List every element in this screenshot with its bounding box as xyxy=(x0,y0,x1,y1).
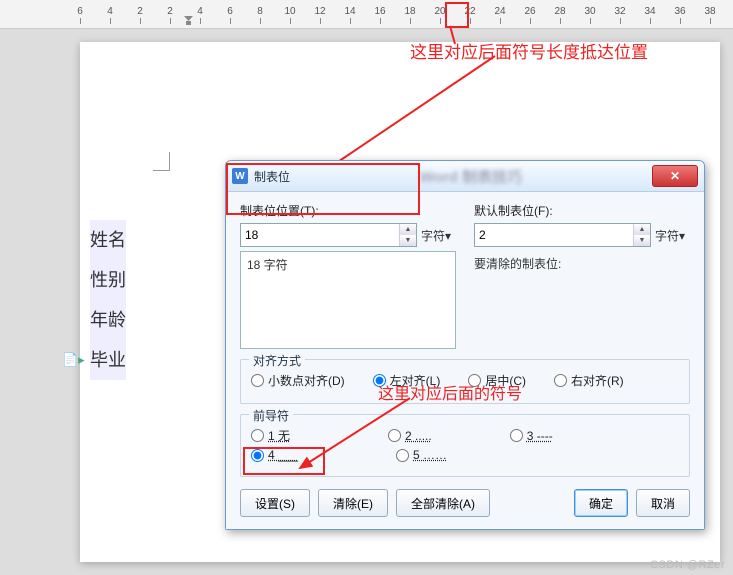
tab-stops-dialog: W 制表位 Word 制表技巧 ✕ 制表位位置(T): ▲▼ 字符▾ 18 字符 xyxy=(225,160,705,530)
margin-corner-icon xyxy=(153,152,170,171)
indent-marker-icon[interactable] xyxy=(184,16,193,25)
default-tab-input[interactable] xyxy=(475,224,633,246)
ruler-tick: 4 xyxy=(197,6,203,17)
horizontal-ruler: 6422468101214161820222426283032343638 xyxy=(0,0,733,29)
ruler-tick: 14 xyxy=(344,6,355,17)
alignment-legend: 对齐方式 xyxy=(249,352,305,369)
ruler-tick: 2 xyxy=(137,6,143,17)
close-button[interactable]: ✕ xyxy=(652,165,698,187)
tab-position-input[interactable] xyxy=(241,224,399,246)
watermark: CSDN @RZer xyxy=(650,559,725,571)
spinner-up-icon[interactable]: ▲ xyxy=(400,224,416,235)
doc-line-4: 毕业 xyxy=(90,340,126,380)
leader-1-radio[interactable]: 1 无 xyxy=(251,427,290,444)
ruler-tick: 6 xyxy=(227,6,233,17)
ruler-tick: 34 xyxy=(644,6,655,17)
tab-position-input-wrap: ▲▼ xyxy=(240,223,417,247)
doc-line-3: 年龄 xyxy=(90,300,126,340)
clear-all-button[interactable]: 全部清除(A) xyxy=(396,489,490,517)
ok-button[interactable]: 确定 xyxy=(574,489,628,517)
clear-button[interactable]: 清除(E) xyxy=(318,489,388,517)
spinner-down-icon[interactable]: ▼ xyxy=(400,235,416,246)
paragraph-mark-icon: 📄▸ xyxy=(62,352,85,368)
leader-legend: 前导符 xyxy=(249,407,293,424)
ruler-tick: 38 xyxy=(704,6,715,17)
doc-line-1: 姓名 xyxy=(90,220,126,260)
ruler-tick: 20 xyxy=(434,6,445,17)
ruler-tick: 30 xyxy=(584,6,595,17)
tab-position-unit[interactable]: 字符▾ xyxy=(421,227,451,244)
ruler-tick: 12 xyxy=(314,6,325,17)
align-decimal-radio[interactable]: 小数点对齐(D) xyxy=(251,372,345,389)
default-tab-input-wrap: ▲▼ xyxy=(474,223,651,247)
annotation-highlight-ruler-18 xyxy=(445,2,469,28)
ruler-tick: 2 xyxy=(167,6,173,17)
leader-5-radio[interactable]: 5 …… xyxy=(396,448,447,462)
ruler-tick: 26 xyxy=(524,6,535,17)
annotation-highlight-leader4 xyxy=(243,447,325,475)
spinner-down-icon[interactable]: ▼ xyxy=(634,235,650,246)
ruler-tick: 32 xyxy=(614,6,625,17)
ruler-tick: 8 xyxy=(257,6,263,17)
annotation-text-2: 这里对应后面的符号 xyxy=(378,380,522,404)
ruler-tick: 16 xyxy=(374,6,385,17)
ruler-tick: 18 xyxy=(404,6,415,17)
ruler-tick: 24 xyxy=(494,6,505,17)
ruler-tick: 4 xyxy=(107,6,113,17)
tab-position-listbox[interactable]: 18 字符 xyxy=(240,251,456,349)
spinner-up-icon[interactable]: ▲ xyxy=(634,224,650,235)
gutter-icons: 📄▸ xyxy=(62,348,85,372)
set-button[interactable]: 设置(S) xyxy=(240,489,310,517)
leader-2-radio[interactable]: 2 ..... xyxy=(388,429,432,443)
align-right-radio[interactable]: 右对齐(R) xyxy=(554,372,624,389)
ruler-tick: 6 xyxy=(77,6,83,17)
ruler-tick: 10 xyxy=(284,6,295,17)
default-tab-label: 默认制表位(F): xyxy=(474,202,690,219)
annotation-text-1: 这里对应后面符号长度抵达位置 xyxy=(410,38,648,63)
doc-line-2: 性别 xyxy=(90,260,126,300)
leader-3-radio[interactable]: 3 ---- xyxy=(510,429,553,443)
tab-position-list-item[interactable]: 18 字符 xyxy=(247,256,449,273)
default-tab-unit[interactable]: 字符▾ xyxy=(655,227,685,244)
cancel-button[interactable]: 取消 xyxy=(636,489,690,517)
clear-tabs-label: 要清除的制表位: xyxy=(474,255,690,272)
leader-group: 前导符 1 无 2 ..... 3 ---- 4 ___ 5 …… xyxy=(240,414,690,477)
annotation-highlight-position xyxy=(226,163,420,215)
ruler-tick: 28 xyxy=(554,6,565,17)
document-sample-text: 姓名 性别 年龄 毕业 xyxy=(90,220,126,380)
ruler-tick: 36 xyxy=(674,6,685,17)
